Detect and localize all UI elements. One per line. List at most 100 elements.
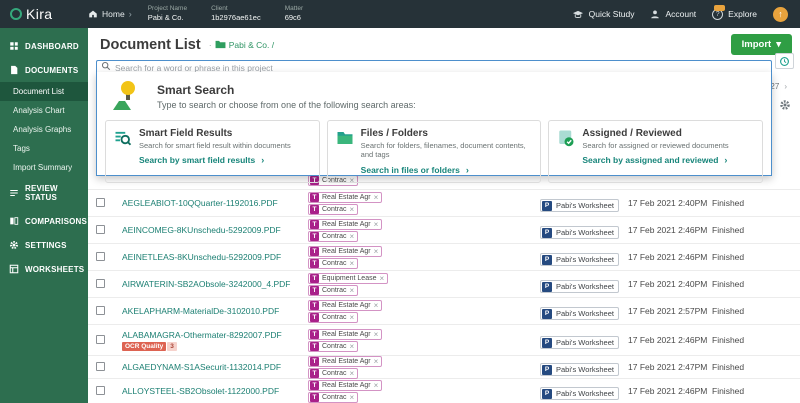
tag-pill[interactable]: TContrac× — [308, 285, 358, 296]
tag-pill[interactable]: TReal Estate Agr× — [308, 246, 382, 257]
sidebar-item-dashboard[interactable]: DASHBOARD — [0, 34, 88, 58]
search-history-button[interactable] — [775, 53, 794, 69]
document-link[interactable]: AEINETLEAS-8KUnschedu-5292009.PDF — [122, 252, 308, 262]
tag-pill[interactable]: TContrac× — [308, 312, 358, 323]
smart-search-title: Smart Search — [157, 83, 416, 97]
document-link[interactable]: AEGLEABIOT-10QQuarter-1192016.PDF — [122, 198, 308, 208]
upload-status-button[interactable]: ↑ — [773, 7, 788, 22]
worksheet-pill[interactable]: PPabi's Worksheet — [540, 280, 619, 293]
tag-remove-icon[interactable]: × — [350, 393, 358, 402]
tag-pill[interactable]: TReal Estate Agr× — [308, 192, 382, 203]
smart-field-search-link[interactable]: Search by smart field results › — [139, 155, 291, 165]
tag-remove-icon[interactable]: × — [350, 313, 358, 322]
tag-remove-icon[interactable]: × — [374, 301, 382, 310]
assigned-reviewed-search-link[interactable]: Search by assigned and reviewed › — [582, 155, 728, 165]
table-row[interactable]: AEINCOMEG-8KUnschedu-5292009.PDF TReal E… — [88, 217, 800, 244]
tag-pill[interactable]: TReal Estate Agr× — [308, 219, 382, 230]
tag-remove-icon[interactable]: × — [350, 232, 358, 241]
tag-remove-icon[interactable]: × — [350, 286, 358, 295]
tag-remove-icon[interactable]: × — [350, 369, 358, 378]
smart-field-results-card[interactable]: Smart Field Results Search for smart fie… — [105, 120, 320, 183]
card-description: Search for folders, filenames, document … — [361, 141, 532, 160]
row-checkbox[interactable] — [96, 386, 105, 395]
tag-pill[interactable]: TReal Estate Agr× — [308, 380, 382, 391]
tag-remove-icon[interactable]: × — [374, 220, 382, 229]
document-link[interactable]: ALGAEDYNAM-S1ASecurit-1132014.PDF — [122, 362, 308, 372]
table-settings-button[interactable] — [779, 98, 791, 116]
worksheet-pill[interactable]: PPabi's Worksheet — [540, 387, 619, 400]
row-checkbox[interactable] — [96, 335, 105, 344]
tag-pill[interactable]: TContrac× — [308, 231, 358, 242]
row-checkbox[interactable] — [96, 225, 105, 234]
explore-button[interactable]: ? Explore — [712, 9, 757, 20]
tag-pill[interactable]: TContrac× — [308, 204, 358, 215]
row-checkbox[interactable] — [96, 252, 105, 261]
table-row[interactable]: AEGLEABIOT-10QQuarter-1192016.PDF TReal … — [88, 190, 800, 217]
table-row[interactable]: AEINETLEAS-8KUnschedu-5292009.PDF TReal … — [88, 244, 800, 271]
tag-remove-icon[interactable]: × — [350, 259, 358, 268]
document-link[interactable]: ALABAMAGRA-Othermater-8292007.PDF — [122, 330, 308, 340]
document-link[interactable]: ALLOYSTEEL-SB2Obsolet-1122000.PDF — [122, 386, 308, 396]
client-value: 1b2976ae61ec — [211, 13, 261, 23]
tag-pill[interactable]: TEquipment Lease× — [308, 273, 388, 284]
sidebar-item-documents[interactable]: DOCUMENTS — [0, 58, 88, 82]
files-folders-card[interactable]: Files / Folders Search for folders, file… — [327, 120, 542, 183]
document-link[interactable]: AEINCOMEG-8KUnschedu-5292009.PDF — [122, 225, 308, 235]
tag-remove-icon[interactable]: × — [374, 330, 382, 339]
tag-remove-icon[interactable]: × — [374, 381, 382, 390]
tag-pill[interactable]: TContrac× — [308, 341, 358, 352]
tag-icon: T — [310, 205, 319, 214]
sidebar-item-settings[interactable]: SETTINGS — [0, 233, 88, 257]
table-row[interactable]: ALABAMAGRA-Othermater-8292007.PDF OCR Qu… — [88, 325, 800, 356]
tag-pill[interactable]: TReal Estate Agr× — [308, 300, 382, 311]
table-row[interactable]: ALLOYSTEEL-SB2Obsolet-1122000.PDF TReal … — [88, 379, 800, 403]
row-checkbox[interactable] — [96, 306, 105, 315]
tag-remove-icon[interactable]: × — [350, 342, 358, 351]
sidebar-item-comparisons[interactable]: COMPARISONS — [0, 209, 88, 233]
worksheet-pill[interactable]: PPabi's Worksheet — [540, 226, 619, 239]
pagination[interactable]: 27 › — [770, 82, 787, 91]
worksheet-pill[interactable]: PPabi's Worksheet — [540, 199, 619, 212]
sidebar-item-analysis-graphs[interactable]: Analysis Graphs — [0, 120, 88, 139]
top-bar: Kira Home › Project Name Pabi & Co. Clie… — [0, 0, 800, 28]
table-row[interactable]: AKELAPHARM-MaterialDe-3102010.PDF TReal … — [88, 298, 800, 325]
worksheet-pill[interactable]: PPabi's Worksheet — [540, 336, 619, 349]
quick-study-button[interactable]: Quick Study — [572, 9, 635, 20]
sidebar-item-worksheets[interactable]: WORKSHEETS — [0, 257, 88, 281]
sidebar-item-import-summary[interactable]: Import Summary — [0, 158, 88, 177]
worksheet-pill[interactable]: PPabi's Worksheet — [540, 363, 619, 376]
tag-pill[interactable]: TContrac× — [308, 392, 358, 403]
sidebar-item-tags[interactable]: Tags — [0, 139, 88, 158]
assigned-reviewed-card[interactable]: Assigned / Reviewed Search for assigned … — [548, 120, 763, 183]
breadcrumb[interactable]: · Pabi & Co. / — [209, 40, 274, 50]
tag-pill[interactable]: TReal Estate Agr× — [308, 356, 382, 367]
worksheet-pill[interactable]: PPabi's Worksheet — [540, 307, 619, 320]
files-folders-search-link[interactable]: Search in files or folders › — [361, 165, 532, 175]
tag-pill[interactable]: TContrac× — [308, 368, 358, 379]
kira-logo[interactable]: Kira — [0, 6, 88, 22]
account-button[interactable]: Account — [650, 9, 696, 20]
tag-remove-icon[interactable]: × — [350, 205, 358, 214]
row-checkbox[interactable] — [96, 198, 105, 207]
row-checkbox[interactable] — [96, 362, 105, 371]
worksheet-pill[interactable]: PPabi's Worksheet — [540, 253, 619, 266]
home-link[interactable]: Home › — [88, 9, 132, 19]
tag-pill[interactable]: TReal Estate Agr× — [308, 329, 382, 340]
import-button[interactable]: Import ▾ — [731, 34, 792, 55]
home-icon — [88, 9, 98, 19]
sidebar-item-review-status[interactable]: REVIEW STATUS — [0, 177, 88, 209]
table-row[interactable]: ALGAEDYNAM-S1ASecurit-1132014.PDF TReal … — [88, 356, 800, 379]
document-link[interactable]: AIRWATERIN-SB2AObsole-3242000_4.PDF — [122, 279, 308, 289]
row-checkbox[interactable] — [96, 279, 105, 288]
tag-remove-icon[interactable]: × — [374, 247, 382, 256]
sidebar-label: SETTINGS — [25, 241, 67, 250]
matter-meta: Matter 69c6 — [285, 5, 303, 23]
tag-remove-icon[interactable]: × — [379, 274, 387, 283]
sidebar-item-analysis-chart[interactable]: Analysis Chart — [0, 101, 88, 120]
sidebar-item-document-list[interactable]: Document List — [0, 82, 88, 101]
tag-remove-icon[interactable]: × — [374, 193, 382, 202]
tag-pill[interactable]: TContrac× — [308, 258, 358, 269]
tag-remove-icon[interactable]: × — [374, 357, 382, 366]
document-link[interactable]: AKELAPHARM-MaterialDe-3102010.PDF — [122, 306, 308, 316]
table-row[interactable]: AIRWATERIN-SB2AObsole-3242000_4.PDF TEqu… — [88, 271, 800, 298]
